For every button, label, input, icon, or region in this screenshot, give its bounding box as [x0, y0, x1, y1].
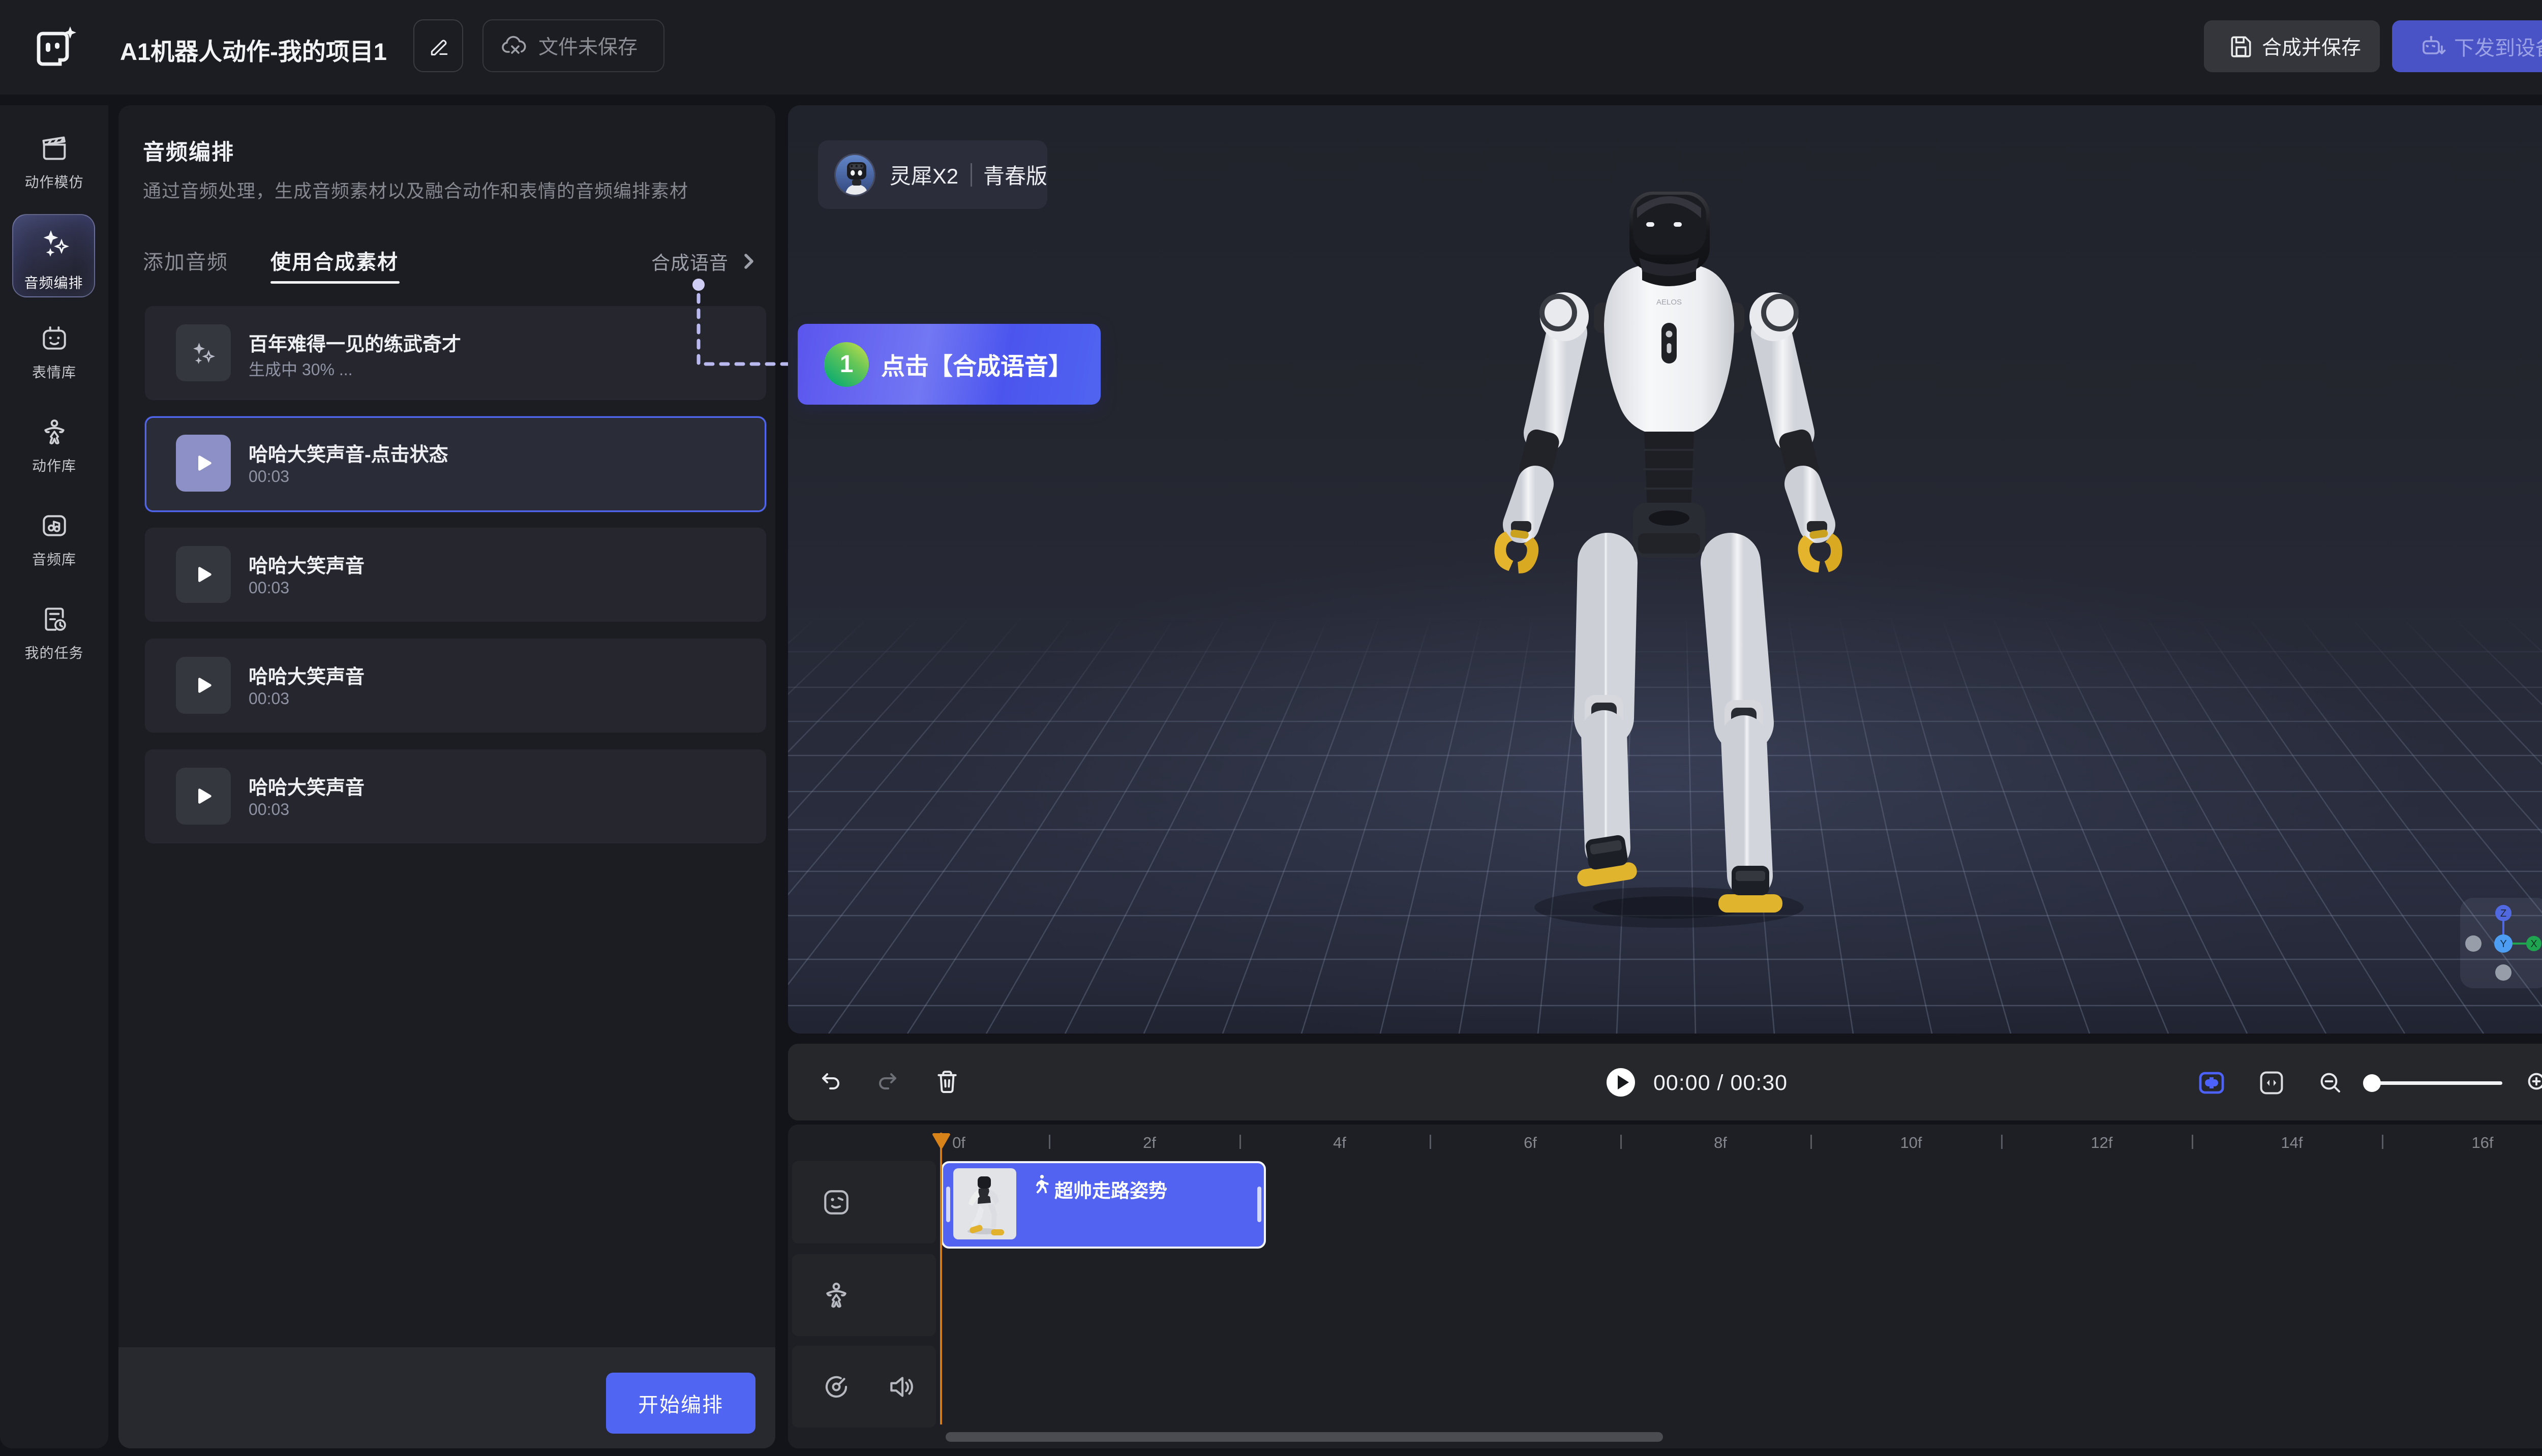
svg-text:Y: Y — [2500, 938, 2506, 950]
svg-text:AELOS: AELOS — [1656, 298, 1682, 307]
svg-text:X: X — [2530, 938, 2537, 950]
svg-text:Z: Z — [2500, 908, 2506, 919]
